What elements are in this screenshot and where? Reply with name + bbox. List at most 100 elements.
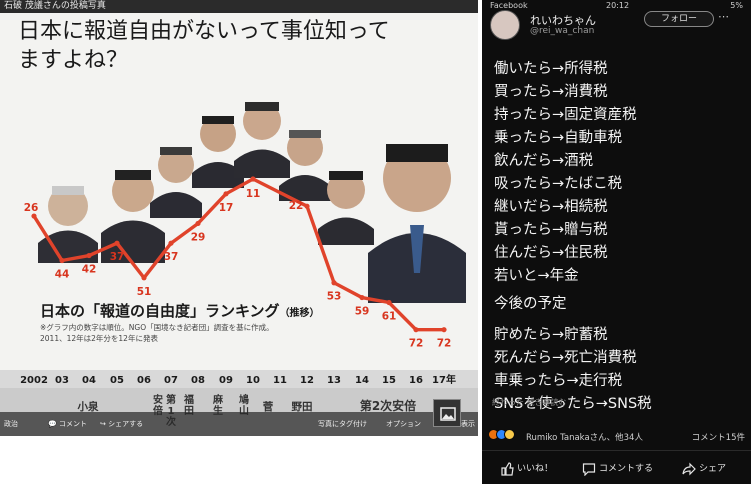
pm-label-char: 福 (183, 393, 194, 406)
overlay-left-label: 政治 (4, 420, 18, 428)
tweet-line: 住んだら→住民税 (494, 245, 608, 261)
rank-label: 53 (327, 291, 342, 303)
rank-label: 51 (137, 286, 152, 298)
status-app-name: Facebook (490, 1, 528, 10)
rank-label: 17 (219, 202, 234, 214)
overlay-share-button[interactable]: ↪ シェアする (100, 419, 143, 429)
comment-button[interactable]: コメントする (582, 461, 653, 476)
press-freedom-chart: 26 44 42 37 51 37 29 17 11 22 53 59 61 72 72 2002 03 04 0… (0, 102, 478, 436)
pm-label-char: 安 (153, 393, 163, 406)
year-tick-label: 12 (300, 375, 314, 386)
rank-point (141, 275, 147, 281)
year-tick-label: 14 (355, 375, 369, 386)
year-tick-label: 17年 (432, 373, 456, 386)
rank-point (441, 327, 447, 333)
chart-title: 日本の「報道の自由度」ランキング（推移） (40, 300, 320, 321)
rank-point (223, 191, 229, 197)
comment-label: コメントする (599, 464, 654, 474)
year-tick-label: 03 (55, 375, 69, 386)
pm-label-char: 鳩 (239, 393, 249, 406)
overlay-share-label: シェアする (108, 420, 144, 428)
rank-label: 22 (289, 200, 304, 212)
rank-point (195, 220, 201, 227)
overlay-options-button[interactable]: オプション (386, 419, 421, 429)
pm-label-char: 麻 (212, 393, 224, 406)
read-more-link[interactable]: 終わった 続きを読む (492, 397, 567, 408)
rank-point (386, 299, 392, 306)
year-tick-label: 07 (164, 375, 178, 386)
year-tick-label: 04 (82, 375, 96, 386)
year-tick-label: 11 (273, 375, 287, 386)
rank-label: 42 (82, 264, 97, 276)
tweet-line: 吸ったら→たばこ税 (494, 176, 623, 192)
rank-point (304, 203, 310, 209)
year-tick-label: 05 (110, 375, 124, 386)
rank-point (114, 240, 120, 246)
chart-note: ※グラフ内の数字は順位。NGO「国境なき記者団」調査を基に作成。 2011、12… (40, 322, 274, 344)
rank-label: 72 (409, 338, 424, 350)
portrait-abe-2 (368, 144, 466, 303)
like-label: いいね！ (517, 464, 554, 474)
chart-note-line: ※グラフ内の数字は順位。NGO「国境なき記者団」調査を基に作成。 (40, 323, 274, 332)
tweet-future-line: 車乗ったら→走行税 (494, 373, 623, 389)
share-label: シェア (699, 464, 727, 474)
overlay-tag-button[interactable]: 写真にタグ付け (318, 419, 367, 429)
reaction-icons (488, 429, 515, 440)
pm-label: 第2次安倍 (360, 398, 416, 413)
rank-point (86, 252, 92, 259)
year-tick-label: 10 (246, 375, 260, 386)
year-tick-label: 06 (137, 375, 151, 386)
phone-status-bar: Facebook 20:12 5% (482, 0, 751, 12)
tweet-section-label: 今後の予定 (494, 296, 567, 312)
rank-label: 37 (164, 251, 179, 263)
rank-point (250, 176, 256, 182)
rank-label: 29 (191, 231, 206, 243)
overlay-comment-button[interactable]: 💬 コメント (48, 419, 87, 429)
tweet-line: 若いと→年金 (494, 268, 579, 284)
pm-portraits (38, 102, 466, 303)
sad-reaction-icon (504, 429, 515, 440)
comment-count[interactable]: コメント15件 (692, 431, 745, 443)
year-tick-label: 16 (409, 375, 423, 386)
rank-label: 44 (55, 269, 70, 281)
rank-point (413, 327, 419, 333)
comment-icon (582, 462, 596, 476)
rank-label: 59 (355, 306, 370, 318)
overlay-comment-label: コメント (58, 420, 87, 428)
tweet-line: 持ったら→固定資産税 (494, 107, 637, 123)
share-button[interactable]: シェア (682, 461, 726, 476)
avatar[interactable] (490, 10, 520, 40)
gallery-icon[interactable] (433, 399, 461, 427)
portrait-koizumi (38, 186, 98, 263)
rank-label: 26 (24, 202, 39, 214)
thumbs-up-icon (501, 461, 514, 476)
portrait-hatoyama (234, 102, 290, 178)
photo-action-overlay: 政治 💬 コメント ↪ シェアする 写真にタグ付け オプション 全画面で表示 (0, 412, 478, 436)
year-tick-label: 09 (219, 375, 233, 386)
share-icon (682, 462, 696, 475)
reaction-names: Rumiko Tanakaさん、他34人 (526, 433, 643, 443)
rank-point (168, 240, 174, 246)
year-tick-label: 2002 (20, 375, 48, 386)
tweet-body: 働いたら→所得税 買ったら→消費税 持ったら→固定資産税 乗ったら→自動車税 飲… (494, 58, 744, 416)
post-title-bar: 石破 茂議さんの投稿写真 (0, 0, 478, 13)
post-photo[interactable]: 日本に報道自由がないって事位知って ますよね？ 26 44 42 37 51 3… (0, 13, 478, 436)
year-tick-label: 13 (327, 375, 341, 386)
rank-point (359, 294, 365, 301)
like-button[interactable]: いいね！ (500, 461, 553, 476)
tweet-future-line: 死んだら→死亡消費税 (494, 350, 637, 366)
year-band (0, 370, 478, 388)
rank-label: 61 (382, 311, 397, 323)
rank-label: 37 (110, 251, 125, 263)
chart-note-line: 2011、12年は2年分を12年に発表 (40, 334, 158, 343)
follow-button[interactable]: フォロー (644, 11, 714, 27)
phone-screenshot-panel: Facebook 20:12 5% れいわちゃん @rei_wa_chan フォ… (482, 0, 751, 484)
tweet-line: 働いたら→所得税 (494, 61, 608, 77)
tweet-line: 買ったら→消費税 (494, 84, 608, 100)
reaction-summary[interactable]: Rumiko Tanakaさん、他34人 コメント15件 (482, 428, 751, 446)
tweet-future-line: 貯めたら→貯蓄税 (494, 327, 608, 343)
rank-point (31, 213, 37, 219)
year-tick-label: 15 (382, 375, 396, 386)
more-options-icon[interactable]: ⋯ (718, 10, 729, 23)
chart-title-sub: （推移） (279, 308, 320, 319)
